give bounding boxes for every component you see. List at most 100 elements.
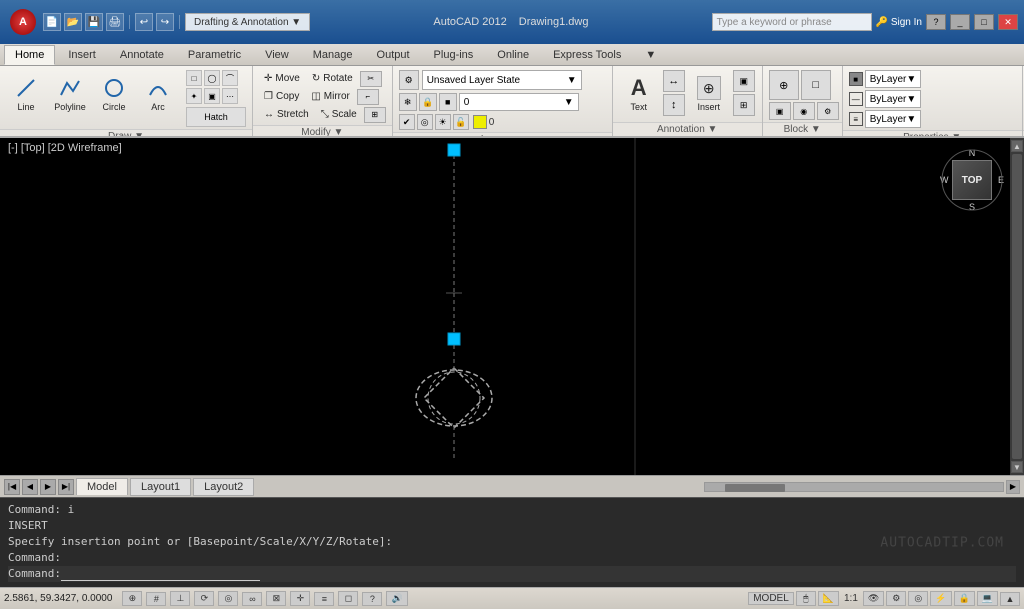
search-box[interactable]: Type a keyword or phrase: [712, 13, 872, 31]
layer-freeze-btn[interactable]: ❄: [399, 93, 417, 111]
qat-redo[interactable]: ↪: [156, 13, 174, 31]
isolate-btn[interactable]: ◎: [908, 591, 928, 606]
modify-move-button[interactable]: ✛ Move: [259, 70, 305, 87]
modify-scale-button[interactable]: ⤡ Scale: [316, 106, 362, 123]
trim-icon-btn[interactable]: ✂: [360, 71, 382, 87]
dim-linear-btn[interactable]: ↔: [663, 70, 685, 92]
workspace-selector[interactable]: Drafting & Annotation ▼: [185, 13, 310, 31]
hscroll-thumb[interactable]: [725, 484, 785, 492]
tab-plugins[interactable]: Plug-ins: [423, 45, 485, 65]
toolbar-btn[interactable]: ▲: [1000, 592, 1020, 606]
app-button[interactable]: A: [10, 9, 36, 35]
ducs-btn[interactable]: ⊠: [266, 591, 286, 606]
layer-make-current-btn[interactable]: ✔: [399, 114, 415, 130]
qp-btn[interactable]: ?: [362, 592, 382, 606]
block-create-btn[interactable]: □: [801, 70, 831, 100]
linetype-dropdown[interactable]: ByLayer▼: [865, 90, 922, 108]
tab-manage[interactable]: Manage: [302, 45, 364, 65]
tab-online[interactable]: Online: [486, 45, 540, 65]
scroll-up-btn[interactable]: ▲: [1011, 140, 1023, 152]
qat-save[interactable]: 💾: [85, 13, 103, 31]
layer-properties-btn[interactable]: ⚙: [399, 70, 419, 90]
scroll-down-btn[interactable]: ▼: [1011, 461, 1023, 473]
lw-btn[interactable]: ≡: [314, 592, 334, 606]
dyn-btn[interactable]: ✛: [290, 591, 310, 606]
fillet-icon-btn[interactable]: ⌐: [357, 89, 379, 105]
tab-more[interactable]: ▼: [634, 45, 667, 65]
annotation-scale-btn[interactable]: 📐: [818, 591, 839, 606]
block-insert-btn[interactable]: ⊕: [769, 70, 799, 100]
modify-rotate-button[interactable]: ↻ Rotate: [307, 70, 358, 87]
modify-mirror-button[interactable]: ◫ Mirror: [306, 88, 355, 105]
ann-extra-2[interactable]: ⊞: [733, 94, 755, 116]
draw-line-button[interactable]: Line: [6, 70, 46, 118]
draw-extra-1[interactable]: □: [186, 70, 202, 86]
tab-annotate[interactable]: Annotate: [109, 45, 175, 65]
dim-other-btn[interactable]: ↕: [663, 94, 685, 116]
block-extra-3[interactable]: ⚙: [817, 102, 839, 120]
ann-extra-1[interactable]: ▣: [733, 70, 755, 92]
tab-nav-next[interactable]: ▶: [40, 479, 56, 495]
viewport-scrollbar-right[interactable]: ▲ ▼: [1010, 138, 1024, 475]
tab-insert[interactable]: Insert: [57, 45, 107, 65]
modify-stretch-button[interactable]: ↔ Stretch: [259, 106, 314, 123]
layer-color-btn[interactable]: ■: [439, 93, 457, 111]
block-extra-2[interactable]: ◉: [793, 102, 815, 120]
minimize-button[interactable]: _: [950, 14, 970, 30]
close-button[interactable]: ✕: [998, 14, 1018, 30]
layer-freeze-obj-btn[interactable]: ☀: [435, 114, 451, 130]
workspace-switch-btn[interactable]: ⚡: [930, 591, 951, 606]
layer-lock-btn[interactable]: 🔒: [419, 93, 437, 111]
draw-extra-5[interactable]: ▣: [204, 88, 220, 104]
sc-btn[interactable]: 🔊: [386, 591, 407, 606]
otrack-btn[interactable]: ∞: [242, 592, 262, 606]
qat-new[interactable]: 📄: [43, 13, 61, 31]
maximize-button[interactable]: □: [974, 14, 994, 30]
draw-polyline-button[interactable]: Polyline: [50, 70, 90, 118]
sync-scale-btn[interactable]: ⚙: [886, 591, 906, 606]
tab-parametric[interactable]: Parametric: [177, 45, 252, 65]
osnap-btn[interactable]: ◎: [218, 591, 238, 606]
qat-undo[interactable]: ↩: [135, 13, 153, 31]
tab-nav-prev[interactable]: ◀: [22, 479, 38, 495]
help-button[interactable]: ?: [926, 14, 946, 30]
qat-open[interactable]: 📂: [64, 13, 82, 31]
draw-arc-button[interactable]: Arc: [138, 70, 178, 118]
layer-state-dropdown[interactable]: Unsaved Layer State ▼: [422, 70, 582, 90]
layer-name-dropdown[interactable]: 0 ▼: [459, 93, 579, 111]
qat-print[interactable]: 🖨: [106, 13, 124, 31]
hardware-btn[interactable]: 💻: [977, 591, 998, 606]
layer-color-display[interactable]: 0: [471, 115, 497, 129]
vp-scale-btn[interactable]: 🖱: [796, 591, 816, 606]
color-dropdown[interactable]: ByLayer▼: [865, 70, 922, 88]
tab-view[interactable]: View: [254, 45, 300, 65]
tab-nav-first[interactable]: |◀: [4, 479, 20, 495]
annotation-insert-button[interactable]: ⊕ Insert: [689, 70, 729, 118]
viewport-hscrollbar[interactable]: [704, 482, 1004, 492]
array-icon-btn[interactable]: ⊞: [364, 107, 386, 123]
modify-copy-button[interactable]: ❐ Copy: [259, 88, 304, 105]
ortho-btn[interactable]: ⊥: [170, 591, 190, 606]
draw-extra-6[interactable]: ⋯: [222, 88, 238, 104]
draw-extra-2[interactable]: ◯: [204, 70, 220, 86]
model-tab[interactable]: Model: [76, 478, 128, 495]
tab-express-tools[interactable]: Express Tools: [542, 45, 632, 65]
lineweight-dropdown[interactable]: ByLayer▼: [865, 110, 922, 128]
signin-link[interactable]: 🔑 Sign In: [876, 17, 922, 28]
draw-hatch-btn[interactable]: Hatch: [186, 107, 246, 127]
draw-circle-button[interactable]: Circle: [94, 70, 134, 118]
drawing-viewport[interactable]: [-] [Top] [2D Wireframe] N S E W TOP: [0, 138, 1024, 475]
hscroll-right-btn[interactable]: ▶: [1006, 480, 1020, 494]
tab-output[interactable]: Output: [366, 45, 421, 65]
layout2-tab[interactable]: Layout2: [193, 478, 254, 496]
polar-btn[interactable]: ⟳: [194, 591, 214, 606]
tab-home[interactable]: Home: [4, 45, 55, 65]
layer-lock-obj-btn[interactable]: 🔓: [453, 114, 469, 130]
annotation-text-button[interactable]: A Text: [619, 70, 659, 118]
tpmode-btn[interactable]: ◻: [338, 591, 358, 606]
layout1-tab[interactable]: Layout1: [130, 478, 191, 496]
snap-btn[interactable]: ⊕: [122, 591, 142, 606]
scroll-thumb[interactable]: [1012, 154, 1022, 459]
grid-btn[interactable]: #: [146, 592, 166, 606]
lock-ui-btn[interactable]: 🔒: [954, 591, 975, 606]
